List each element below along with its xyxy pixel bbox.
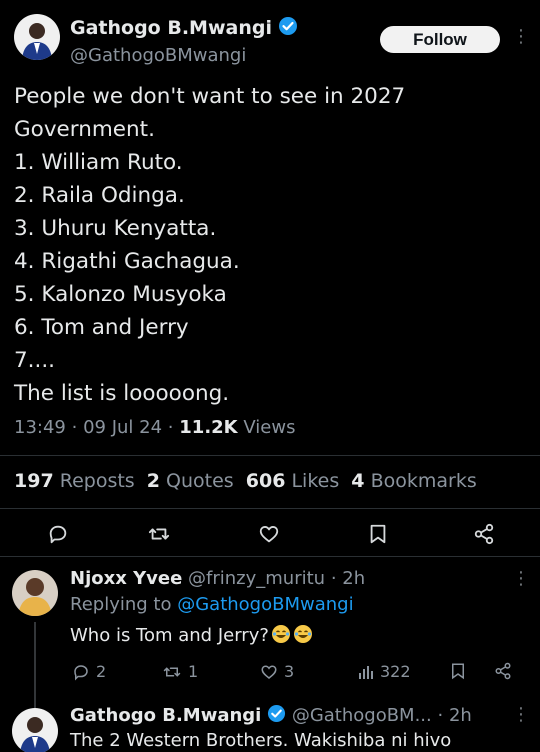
reply-header: Njoxx Yvee @frinzy_muritu · 2h (70, 568, 365, 589)
more-vertical-icon[interactable]: ⋮ (512, 570, 530, 588)
divider (0, 508, 540, 509)
tweet-meta: 13:49 · 09 Jul 24 · 11.2K Views (14, 417, 295, 438)
reply-author-name[interactable]: Njoxx Yvee (70, 568, 182, 589)
reply-author-avatar[interactable] (12, 570, 58, 616)
reply-text-content: Who is Tom and Jerry? (70, 625, 269, 646)
separator: · (71, 417, 78, 438)
tweet-line: Government. (14, 117, 155, 142)
tweet-text: People we don't want to see in 2027 Gove… (14, 80, 524, 410)
quotes-count: 2 (146, 470, 160, 492)
tweet-line: 5. Kalonzo Musyoka (14, 282, 227, 307)
reply-icon (74, 664, 88, 681)
reply-text: Who is Tom and Jerry? (70, 624, 313, 646)
likes-count: 606 (245, 470, 286, 492)
verified-badge-icon (267, 704, 286, 728)
reply-time[interactable]: 2h (342, 568, 365, 589)
reposts-count: 197 (14, 470, 54, 492)
reply-tweet[interactable]: Njoxx Yvee @frinzy_muritu · 2h ⋮ Replyin… (0, 556, 540, 708)
tweet-line: 6. Tom and Jerry (14, 315, 189, 340)
reply-repost-button[interactable]: 1 (162, 662, 198, 681)
reply-header: Gathogo B.Mwangi @GathogoBM... · 2h (70, 704, 472, 728)
quotes-stat[interactable]: 2 Quotes (147, 470, 234, 492)
tweet-time[interactable]: 13:49 (14, 417, 66, 438)
more-vertical-icon[interactable]: ⋮ (512, 28, 530, 46)
share-icon[interactable] (466, 516, 502, 552)
quotes-label: Quotes (166, 470, 234, 492)
engagement-stats: 197 Reposts 2 Quotes 606 Likes 4 Bookmar… (14, 470, 477, 492)
tweet-line: 1. William Ruto. (14, 150, 183, 175)
bookmarks-label: Bookmarks (370, 470, 477, 492)
replying-mention-link[interactable]: @GathogoBMwangi (177, 594, 353, 615)
tweet-line: The list is looooong. (14, 381, 230, 406)
reply-text: The 2 Western Brothers. Wakishiba ni hiv… (70, 730, 452, 751)
reply-reply-button[interactable]: 2 (72, 662, 106, 681)
tweet-line: People we don't want to see in 2027 (14, 84, 406, 109)
reply-author-name[interactable]: Gathogo B.Mwangi (70, 705, 261, 726)
separator: · (167, 417, 174, 438)
divider (0, 455, 540, 456)
reply-author-handle[interactable]: @frinzy_muritu (188, 568, 325, 589)
reposts-label: Reposts (59, 470, 135, 492)
bookmark-icon[interactable] (360, 516, 396, 552)
separator: · (330, 568, 337, 589)
author-name[interactable]: Gathogo B.Mwangi (70, 17, 272, 39)
views-label: Views (243, 417, 296, 438)
author-avatar[interactable] (14, 14, 60, 60)
author-handle[interactable]: @GathogoBMwangi (70, 45, 246, 66)
views-count: 11.2K (179, 417, 238, 438)
tweet-line: 4. Rigathi Gachagua. (14, 249, 240, 274)
author-name-row[interactable]: Gathogo B.Mwangi (70, 16, 298, 41)
tweet-actions (0, 516, 540, 552)
repost-icon[interactable] (141, 516, 177, 552)
reply-reposts-count: 1 (188, 662, 199, 681)
tweet-line: 3. Uhuru Kenyatta. (14, 216, 217, 241)
like-icon[interactable] (251, 516, 287, 552)
more-vertical-icon[interactable]: ⋮ (512, 706, 530, 724)
main-tweet-header: Gathogo B.Mwangi @GathogoBMwangi Follow … (0, 0, 540, 74)
reply-time[interactable]: 2h (449, 705, 472, 726)
tweet-date[interactable]: 09 Jul 24 (83, 417, 162, 438)
replying-to: Replying to @GathogoBMwangi (70, 594, 354, 615)
reply-views-button[interactable]: 322 (358, 662, 411, 681)
tweet-line: 7.... (14, 348, 56, 373)
likes-label: Likes (291, 470, 340, 492)
replying-prefix: Replying to (70, 594, 172, 615)
verified-badge-icon (278, 16, 298, 41)
like-icon (261, 664, 277, 679)
reply-tweet[interactable]: Gathogo B.Mwangi @GathogoBM... · 2h ⋮ Th… (0, 696, 540, 752)
likes-stat[interactable]: 606 Likes (246, 470, 340, 492)
bookmarks-count: 4 (351, 470, 365, 492)
views-icon (359, 665, 373, 679)
repost-icon (163, 666, 181, 677)
separator: · (437, 705, 444, 726)
reply-views-count: 322 (380, 662, 411, 681)
reply-like-button[interactable]: 3 (260, 662, 294, 681)
bookmarks-stat[interactable]: 4 Bookmarks (351, 470, 476, 492)
reply-actions: 2 1 3 322 (70, 662, 520, 684)
reply-icon[interactable] (40, 516, 76, 552)
follow-button[interactable]: Follow (380, 26, 500, 53)
tears-of-joy-emoji-icon (269, 625, 313, 646)
bookmark-icon[interactable] (450, 662, 466, 680)
tweet-line: 2. Raila Odinga. (14, 183, 185, 208)
reposts-stat[interactable]: 197 Reposts (14, 470, 135, 492)
reply-author-handle[interactable]: @GathogoBM... (292, 705, 432, 726)
reply-likes-count: 3 (284, 662, 295, 681)
reply-author-avatar[interactable] (12, 708, 58, 752)
share-icon[interactable] (494, 662, 512, 680)
reply-replies-count: 2 (96, 662, 107, 681)
